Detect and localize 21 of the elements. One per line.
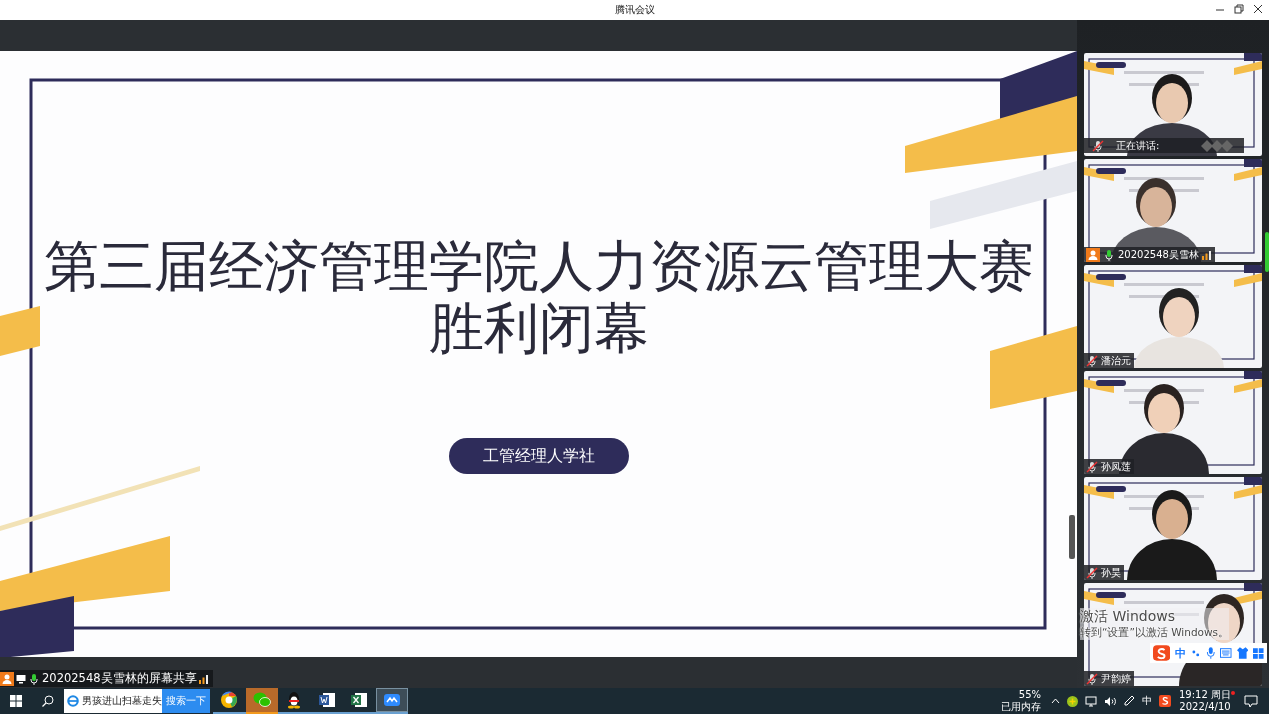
- window-title: 腾讯会议: [614, 3, 655, 17]
- input-mode[interactable]: 中: [1175, 645, 1187, 661]
- activation-hint: 转到“设置”以激活 Windows。: [1080, 626, 1230, 640]
- clock-time: 19:12 周日: [1179, 689, 1231, 701]
- slide-title: 第三届经济管理学院人力资源云管理大赛: [43, 236, 1034, 298]
- search-field[interactable]: 男孩进山扫墓走失: [64, 689, 162, 713]
- memory-label: 已用内存: [1001, 701, 1041, 713]
- memory-percent: 55%: [1018, 689, 1041, 701]
- screen-share-label: 20202548吴雪林的屏幕共享: [42, 671, 197, 686]
- speaking-label: 正在讲话:: [1116, 138, 1160, 153]
- participant-name: 潘治元: [1101, 353, 1131, 368]
- clock-date: 2022/4/10: [1179, 701, 1231, 713]
- participant-name: 孙凤莲: [1101, 459, 1131, 474]
- participant-name: 尹韵婷: [1101, 671, 1131, 686]
- participant-name: 20202548吴雪林: [1118, 247, 1199, 262]
- participant-name: 孙昊: [1101, 565, 1121, 580]
- activation-title: 激活 Windows: [1080, 608, 1230, 626]
- slide-title: 胜利闭幕: [428, 298, 649, 360]
- clock[interactable]: 19:12 周日 2022/4/10: [1179, 688, 1231, 714]
- slide-badge: 工管经理人学社: [448, 438, 629, 474]
- input-method[interactable]: 中: [1142, 694, 1152, 708]
